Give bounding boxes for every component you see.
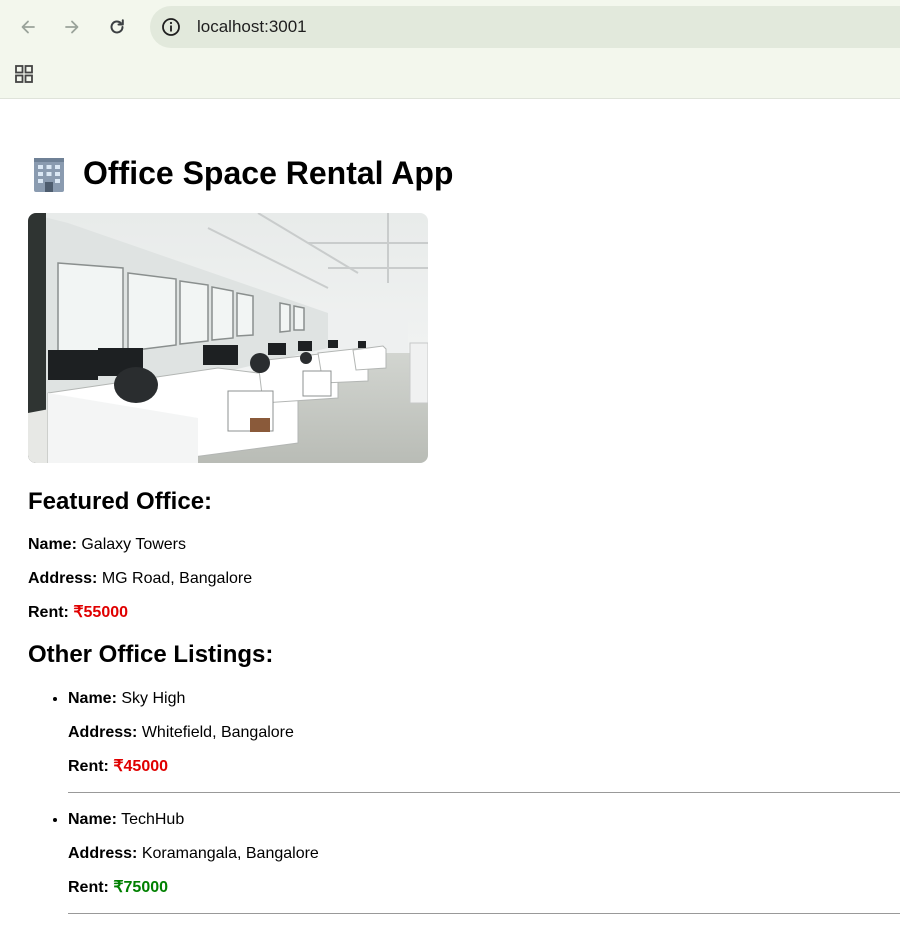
office-building-icon [34, 158, 64, 192]
office-photo [28, 213, 428, 463]
reload-button[interactable] [99, 9, 135, 45]
apps-button[interactable] [12, 62, 36, 86]
address-bar[interactable]: localhost:3001 [150, 6, 900, 48]
page-title: Office Space Rental App [28, 151, 872, 195]
list-item: Name: TechHub Address: Koramangala, Bang… [68, 803, 900, 914]
listing-name: Name: TechHub [68, 811, 185, 828]
featured-address: Address: MG Road, Bangalore [28, 570, 253, 587]
url-text[interactable]: localhost:3001 [197, 17, 307, 37]
apps-grid-icon [15, 65, 33, 83]
list-item: Name: Sky High Address: Whitefield, Bang… [68, 682, 900, 793]
browser-chrome: localhost:3001 [0, 0, 900, 99]
listing-rent-value: ₹75000 [113, 879, 169, 896]
reload-icon [110, 19, 124, 34]
listing-divider [68, 792, 900, 793]
back-button[interactable] [10, 9, 46, 45]
page-title-text: Office Space Rental App [83, 154, 454, 191]
featured-name: Name: Galaxy Towers [28, 536, 186, 553]
arrow-left-icon [21, 20, 35, 34]
featured-heading: Featured Office: [28, 488, 213, 515]
listing-rent-value: ₹45000 [113, 758, 169, 775]
featured-rent-value: ₹55000 [73, 604, 129, 621]
featured-office: Name: Galaxy Towers Address: MG Road, Ba… [28, 528, 872, 630]
listing-rent: Rent: ₹45000 [68, 758, 169, 775]
featured-rent: Rent: ₹55000 [28, 604, 129, 621]
page-content: Office Space Rental App Featured Office:… [0, 151, 900, 914]
listing-address: Address: Koramangala, Bangalore [68, 845, 319, 862]
listing-rent: Rent: ₹75000 [68, 879, 169, 896]
listing-divider [68, 913, 900, 914]
listing-name: Name: Sky High [68, 690, 186, 707]
forward-button[interactable] [54, 9, 90, 45]
listings-heading: Other Office Listings: [28, 641, 274, 668]
info-icon[interactable] [160, 16, 182, 38]
arrow-right-icon [65, 20, 79, 34]
listing-address: Address: Whitefield, Bangalore [68, 724, 294, 741]
office-listings: Name: Sky High Address: Whitefield, Bang… [28, 682, 900, 914]
